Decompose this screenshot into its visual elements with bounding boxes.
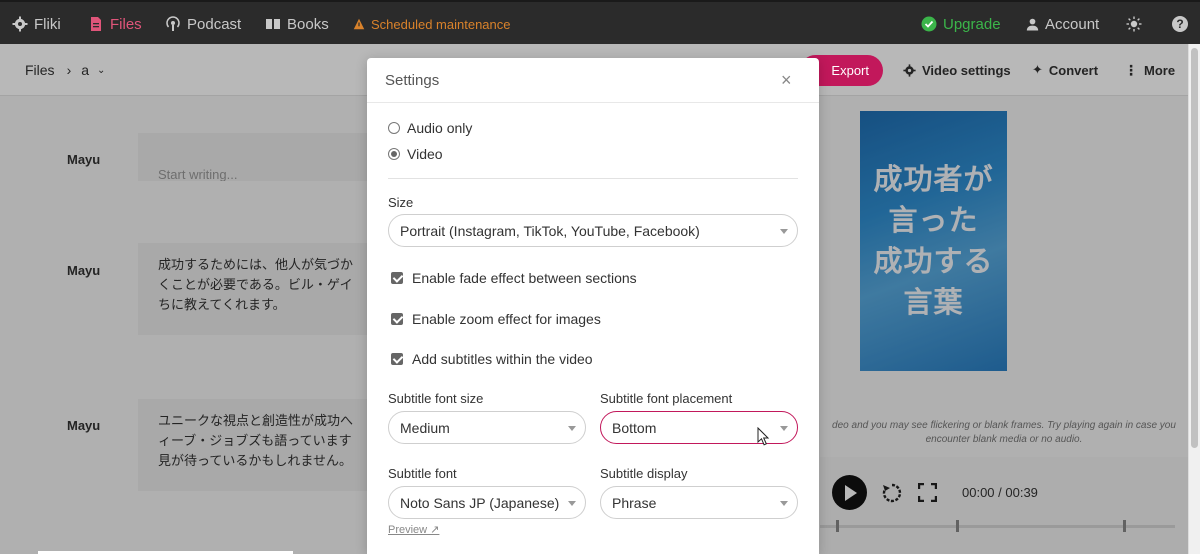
- subtitle-display-value: Phrase: [612, 494, 657, 511]
- maintenance-notice[interactable]: Scheduled maintenance: [353, 2, 511, 46]
- subtitle-font-size-label: Subtitle font size: [388, 391, 484, 406]
- checkbox-checked[interactable]: [391, 313, 403, 325]
- dropdown-caret-icon: [568, 501, 576, 506]
- checkbox-checked[interactable]: [391, 353, 403, 365]
- upgrade-label: Upgrade: [943, 15, 1001, 33]
- radio-audio-only[interactable]: Audio only: [388, 120, 472, 136]
- radio-video-label: Video: [407, 146, 443, 162]
- dialog-header: Settings ×: [367, 58, 819, 103]
- subtitle-font-size-select[interactable]: Medium: [388, 411, 586, 444]
- nav-podcast[interactable]: Podcast: [165, 2, 241, 46]
- size-label: Size: [388, 195, 414, 210]
- podcast-icon: [166, 16, 180, 31]
- subtitle-font-value: Noto Sans JP (Japanese): [400, 494, 560, 511]
- file-icon: [91, 17, 101, 31]
- account-label: Account: [1045, 15, 1100, 33]
- warning-icon: [353, 18, 365, 30]
- book-icon: [266, 19, 280, 29]
- radio-button[interactable]: [388, 122, 400, 134]
- section-divider: [388, 178, 798, 179]
- size-select-value: Portrait (Instagram, TikTok, YouTube, Fa…: [400, 222, 700, 239]
- nav-files-label: Files: [110, 15, 142, 33]
- top-navbar: Fliki Files Podcast Books Scheduled main…: [0, 0, 1200, 44]
- brand-label: Fliki: [34, 15, 61, 33]
- size-select[interactable]: Portrait (Instagram, TikTok, YouTube, Fa…: [388, 214, 798, 247]
- radio-button-selected[interactable]: [388, 148, 400, 160]
- check-badge-icon: [921, 16, 937, 32]
- radio-video[interactable]: Video: [388, 146, 443, 162]
- subtitle-placement-value: Bottom: [612, 419, 657, 436]
- dropdown-caret-icon: [780, 229, 788, 234]
- fade-effect-checkbox[interactable]: Enable fade effect between sections: [391, 270, 637, 286]
- dropdown-caret-icon: [780, 426, 788, 431]
- subtitle-font-size-value: Medium: [400, 419, 450, 436]
- nav-podcast-label: Podcast: [187, 15, 242, 33]
- checkbox-checked[interactable]: [391, 272, 403, 284]
- zoom-effect-checkbox[interactable]: Enable zoom effect for images: [391, 311, 601, 327]
- upgrade-link[interactable]: Upgrade: [921, 2, 1001, 46]
- subtitles-label: Add subtitles within the video: [412, 351, 593, 367]
- zoom-effect-label: Enable zoom effect for images: [412, 311, 601, 327]
- settings-dialog: Settings × Audio only Video Size Portrai…: [367, 58, 819, 554]
- subtitle-display-select[interactable]: Phrase: [600, 486, 798, 519]
- maintenance-label: Scheduled maintenance: [371, 16, 511, 32]
- scrollbar-thumb[interactable]: [1191, 48, 1198, 448]
- page-scrollbar[interactable]: [1188, 44, 1200, 554]
- user-icon: [1026, 18, 1039, 31]
- dropdown-caret-icon: [568, 426, 576, 431]
- sun-icon: [1126, 16, 1142, 32]
- brand-link[interactable]: Fliki: [12, 2, 61, 46]
- subtitles-checkbox[interactable]: Add subtitles within the video: [391, 351, 593, 367]
- nav-books-label: Books: [287, 15, 329, 33]
- mouse-cursor-icon: [757, 427, 770, 446]
- theme-toggle[interactable]: [1126, 2, 1142, 46]
- fade-effect-label: Enable fade effect between sections: [412, 270, 637, 286]
- radio-audio-only-label: Audio only: [407, 120, 473, 136]
- subtitle-display-label: Subtitle display: [600, 466, 688, 481]
- subtitle-font-label: Subtitle font: [388, 466, 457, 481]
- subtitle-preview-link[interactable]: Preview ↗: [388, 523, 439, 536]
- dialog-title: Settings: [385, 72, 440, 89]
- subtitle-font-select[interactable]: Noto Sans JP (Japanese): [388, 486, 586, 519]
- account-link[interactable]: Account: [1026, 2, 1099, 46]
- help-icon: ?: [1172, 16, 1188, 32]
- gear-icon: [12, 16, 28, 32]
- help-button[interactable]: ?: [1172, 2, 1188, 46]
- subtitle-placement-label: Subtitle font placement: [600, 391, 733, 406]
- nav-files[interactable]: Files: [88, 2, 142, 46]
- close-icon[interactable]: ×: [781, 70, 792, 91]
- dropdown-caret-icon: [780, 501, 788, 506]
- nav-books[interactable]: Books: [265, 2, 329, 46]
